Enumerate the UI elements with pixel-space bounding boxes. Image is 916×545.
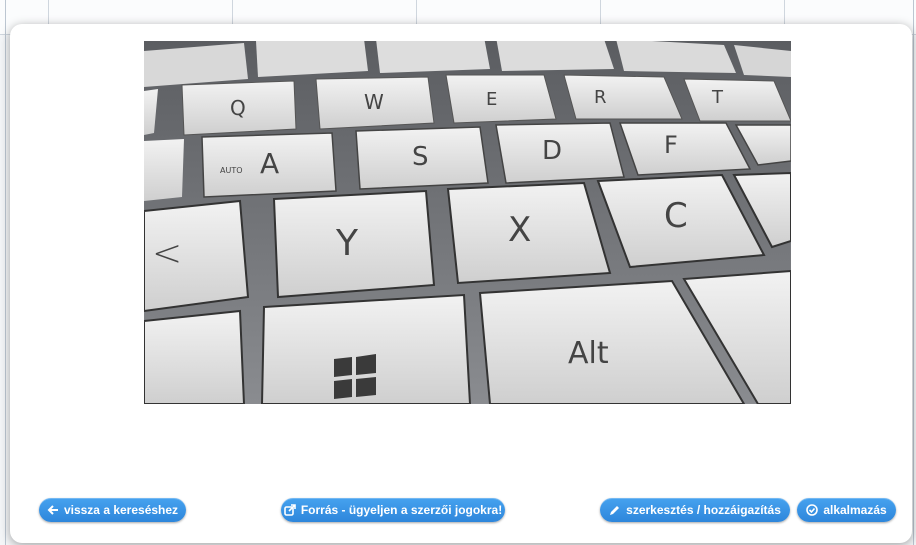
key-s-label: S: [412, 142, 429, 172]
key-y-label: Y: [335, 223, 359, 264]
key-t-label: T: [711, 87, 724, 108]
edit-adjust-button[interactable]: szerkesztés / hozzáigazítás: [600, 498, 790, 522]
key-w-label: W: [364, 90, 384, 114]
edit-adjust-label: szerkesztés / hozzáigazítás: [626, 503, 781, 517]
key-lt-label: <: [152, 233, 182, 274]
check-circle-icon: [806, 504, 819, 516]
back-to-search-label: vissza a kereséshez: [63, 503, 179, 517]
apply-label: alkalmazás: [823, 503, 887, 517]
key-a-label: A: [260, 147, 279, 180]
source-copyright-label: Forrás - ügyeljen a szerzői jogokra!: [300, 503, 503, 517]
key-d-label: D: [542, 136, 562, 166]
key-a-sublabel: AUTO: [220, 166, 243, 175]
key-x-label: X: [508, 210, 531, 250]
image-preview-modal: Q W E R T A AUTO S D F < Y X C Alt vissz…: [10, 24, 912, 543]
apply-button[interactable]: alkalmazás: [797, 498, 896, 522]
background-border: [913, 0, 914, 545]
key-r-label: R: [594, 87, 607, 108]
back-to-search-button[interactable]: vissza a kereséshez: [39, 498, 186, 522]
key-q-label: Q: [230, 96, 246, 120]
arrow-left-icon: [47, 504, 59, 516]
key-c-label: C: [664, 196, 688, 236]
key-f-label: F: [664, 131, 678, 159]
key-e-label: E: [486, 89, 497, 110]
external-link-icon: [284, 504, 296, 516]
keyboard-photo: Q W E R T A AUTO S D F < Y X C Alt: [144, 41, 791, 404]
pencil-icon: [609, 504, 621, 516]
background-border: [5, 0, 6, 545]
source-copyright-button[interactable]: Forrás - ügyeljen a szerzői jogokra!: [281, 498, 505, 522]
key-alt-label: Alt: [568, 336, 609, 371]
